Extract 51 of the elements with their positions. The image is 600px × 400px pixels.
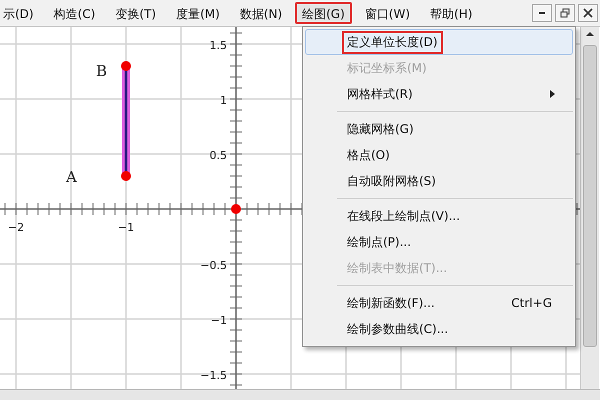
- menu-item[interactable]: 度量(M): [169, 2, 227, 24]
- axis-label: −1: [210, 314, 227, 327]
- restore-button[interactable]: [555, 4, 575, 22]
- menu-item[interactable]: 隐藏网格(G): [305, 116, 573, 142]
- menu-item[interactable]: 绘制参数曲线(C)...: [305, 316, 573, 342]
- scrollbar-thumb[interactable]: [583, 45, 597, 347]
- menu-item-label: 标记坐标系(M): [346, 60, 428, 76]
- menu-item-label: 绘制表中数据(T)...: [346, 260, 448, 276]
- menu-item-label: 绘制新函数(F)...: [346, 294, 436, 312]
- menu-item[interactable]: 变换(T): [108, 2, 164, 24]
- minimize-icon: [539, 12, 545, 14]
- vertical-scrollbar[interactable]: [580, 27, 599, 389]
- menu-item[interactable]: 自动吸附网格(S): [305, 168, 573, 194]
- axis-label: −1: [118, 221, 134, 234]
- close-button[interactable]: [578, 4, 598, 22]
- menu-item[interactable]: 在线段上绘制点(V)...: [305, 203, 573, 229]
- menu-item-label: 绘制点(P)...: [346, 234, 412, 250]
- menu-item-label: 格点(O): [346, 146, 391, 164]
- menu-item[interactable]: 格点(O): [305, 142, 573, 168]
- menu-item[interactable]: 窗口(W): [358, 2, 418, 24]
- menu-item[interactable]: 绘制点(P)...: [305, 229, 573, 255]
- menu-item-label: 绘制参数曲线(C)...: [346, 320, 450, 338]
- axis-label: −1.5: [200, 369, 227, 382]
- menu-item[interactable]: 构造(C): [46, 2, 102, 24]
- horizontal-scrollbar[interactable]: [0, 389, 600, 400]
- menu-item[interactable]: 帮助(H): [423, 2, 480, 24]
- axis-label: −0.5: [200, 259, 227, 272]
- menu-item[interactable]: 数据(N): [232, 2, 290, 24]
- point-label: B: [96, 62, 108, 80]
- menu-item[interactable]: 绘制新函数(F)... Ctrl+G: [305, 290, 573, 316]
- menu-item[interactable]: 绘图(G): [295, 2, 352, 24]
- menu-item-label: 网格样式(R): [346, 86, 414, 102]
- point[interactable]: [121, 61, 131, 71]
- menu-item-label: 定义单位长度(D): [342, 30, 443, 54]
- point[interactable]: [231, 204, 241, 214]
- minimize-button[interactable]: [532, 4, 552, 22]
- axis-label: 0.5: [210, 149, 227, 162]
- point[interactable]: [121, 171, 131, 181]
- point-label: A: [66, 168, 77, 186]
- restore-icon: [560, 8, 570, 18]
- menu-item[interactable]: 网格样式(R): [305, 81, 573, 107]
- close-icon: [583, 8, 593, 18]
- shortcut-text: Ctrl+G: [511, 296, 552, 310]
- axis-label: −2: [8, 221, 24, 234]
- axis-label: 1: [220, 94, 227, 107]
- menu-item-label: 自动吸附网格(S): [346, 172, 437, 190]
- axis-label: 1.5: [210, 39, 227, 52]
- menu-item[interactable]: 定义单位长度(D): [305, 29, 573, 55]
- menu-item[interactable]: 示(D): [0, 2, 41, 24]
- menu-item-label: 隐藏网格(G): [346, 120, 415, 138]
- menu-item-label: 在线段上绘制点(V)...: [346, 208, 462, 224]
